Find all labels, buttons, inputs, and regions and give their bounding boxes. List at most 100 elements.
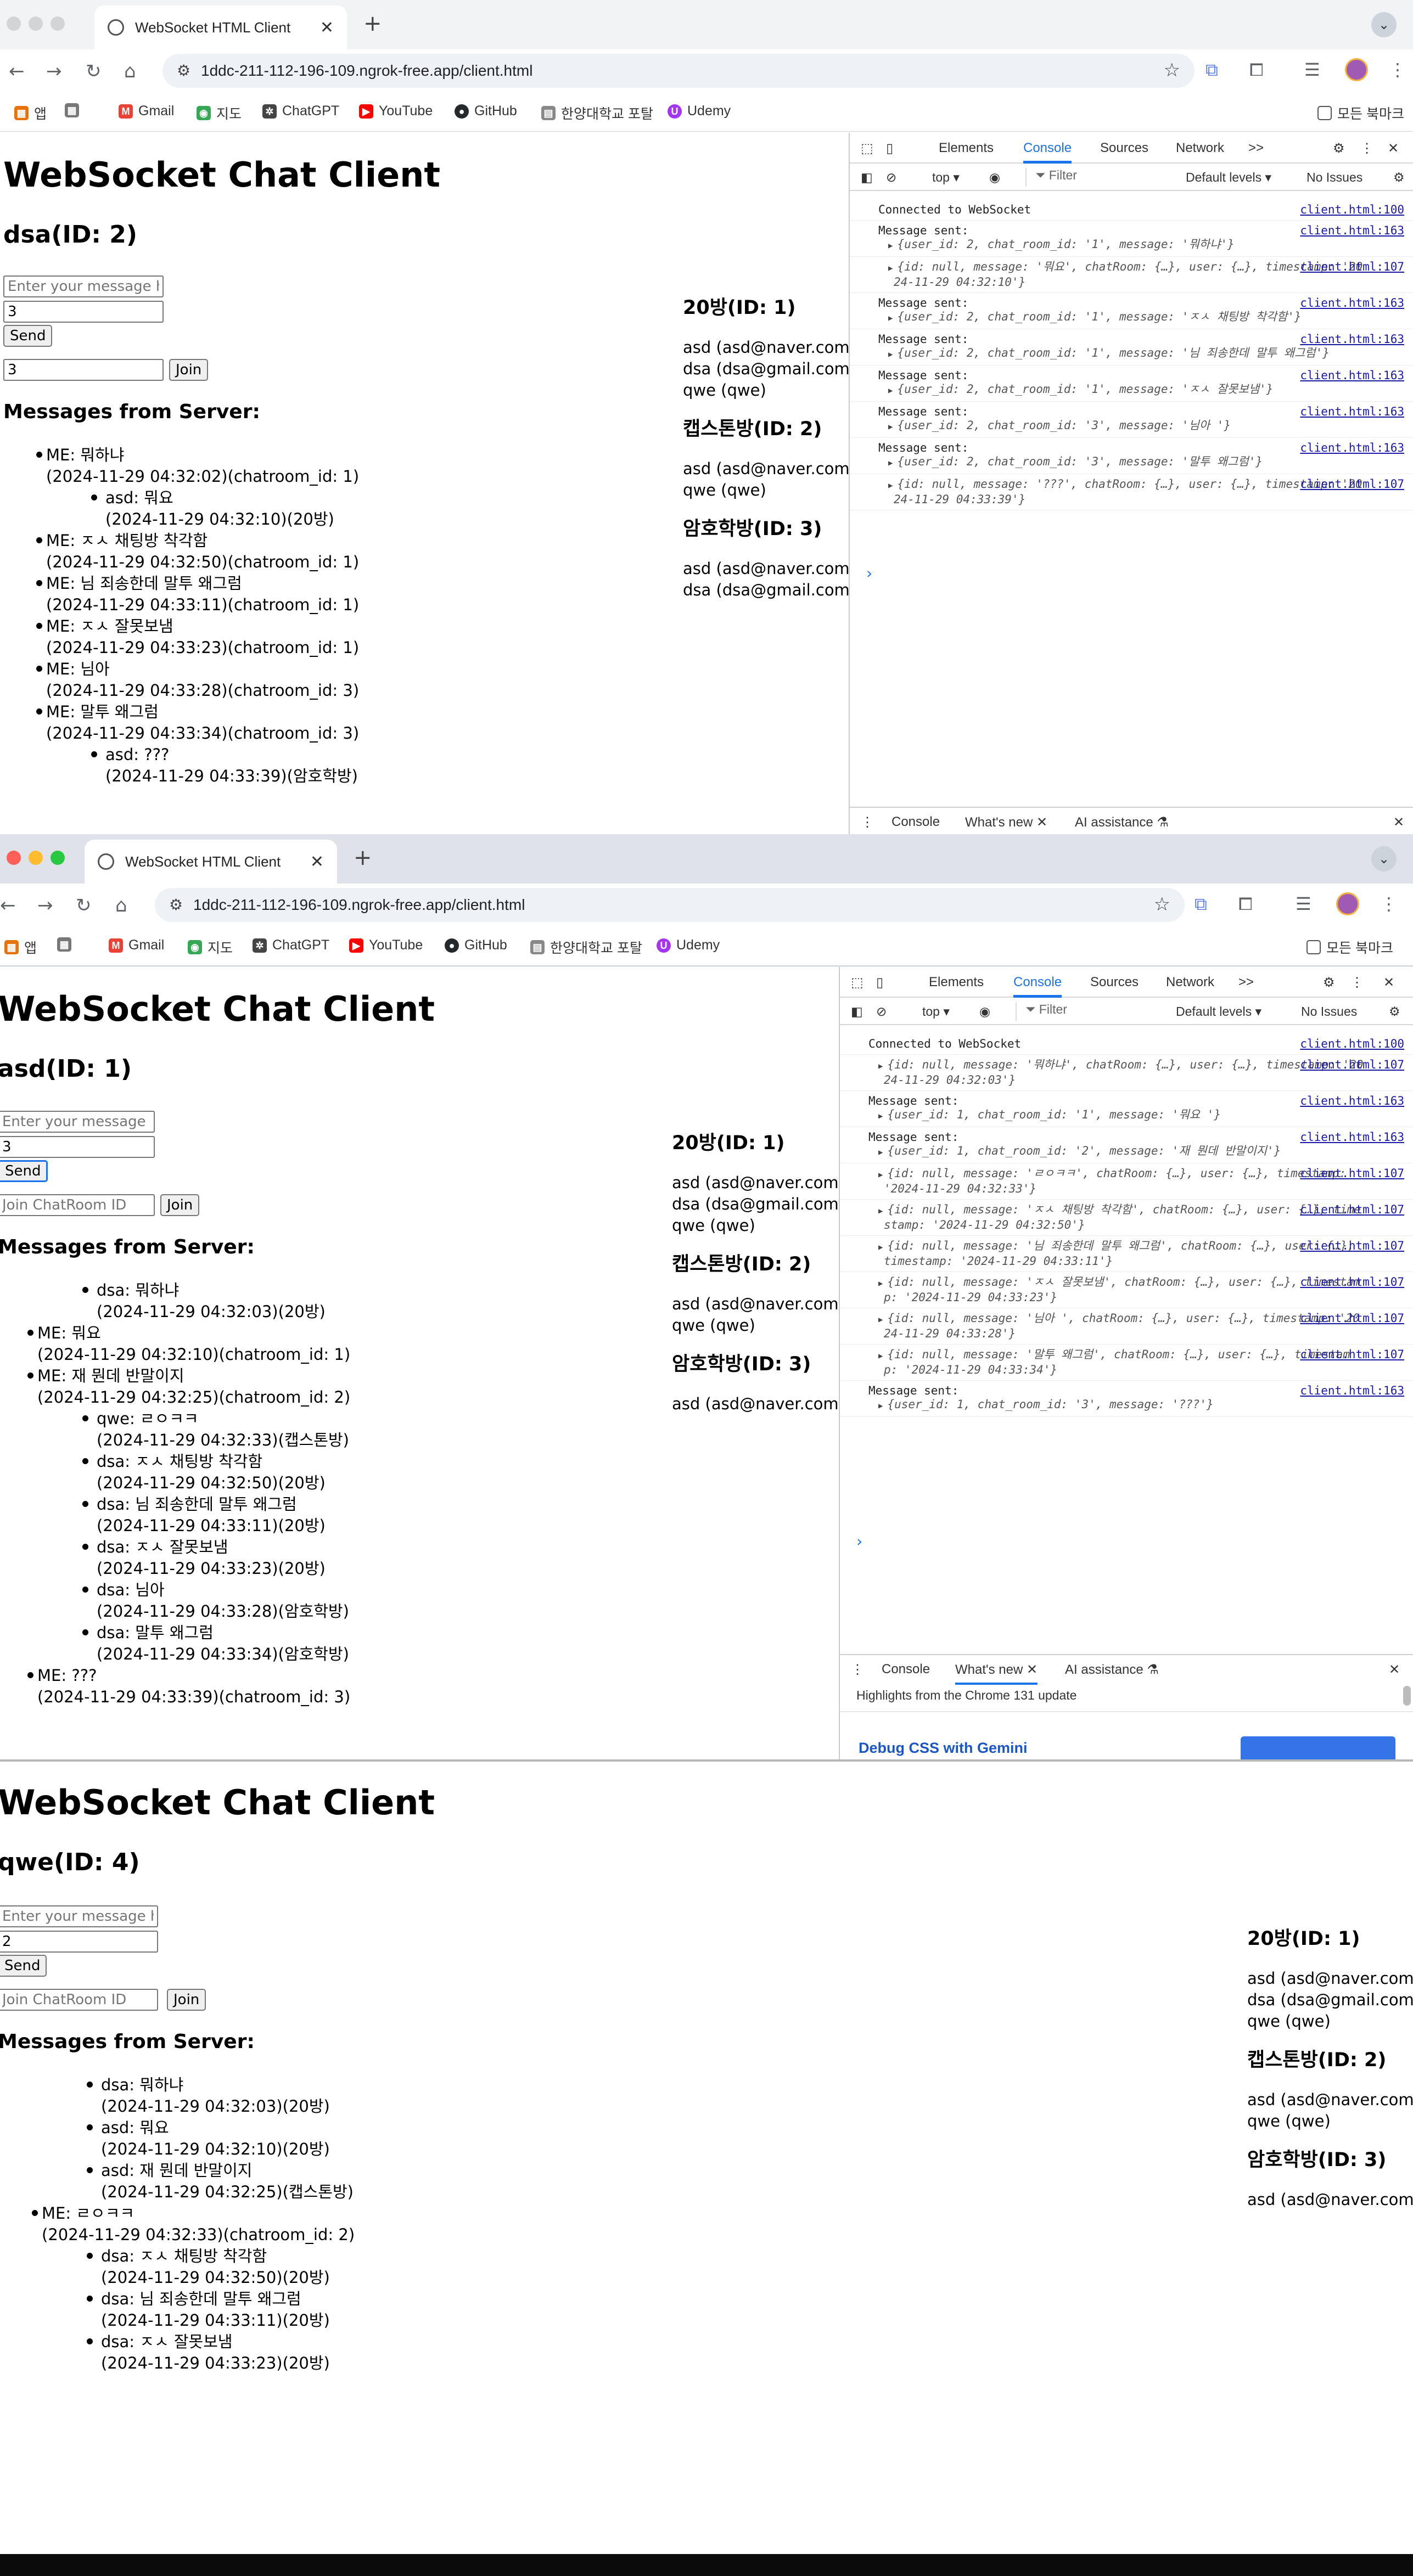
scrollbar[interactable] — [1403, 1686, 1411, 1706]
console-source-link[interactable]: client.html:107 — [1300, 1058, 1404, 1072]
close-window-button[interactable] — [7, 16, 21, 31]
minimize-window-button[interactable] — [29, 16, 43, 31]
console-source-link[interactable]: client.html:163 — [1300, 1130, 1404, 1144]
console-object[interactable]: {user_id: 1, chat_room_id: '3', message:… — [868, 1398, 1364, 1413]
console-object[interactable]: {user_id: 1, chat_room_id: '1', message:… — [868, 1108, 1364, 1123]
console-prompt-icon[interactable]: › — [856, 1532, 862, 1550]
console-object[interactable]: {id: null, message: '님 죄송한데 말투 왜그럼', cha… — [868, 1239, 1364, 1268]
clear-console-icon[interactable]: ⊘ — [876, 1004, 887, 1019]
device-toggle-icon[interactable]: ▯ — [886, 140, 893, 156]
close-tab-icon[interactable]: ✕ — [320, 18, 334, 37]
console-settings-icon[interactable]: ⚙ — [1389, 1004, 1400, 1019]
join-room-input[interactable] — [0, 1194, 155, 1216]
all-bookmarks[interactable]: 모든 북마크 — [1317, 103, 1404, 123]
drawer-menu-icon[interactable]: ⋮ — [861, 814, 874, 830]
console-object[interactable]: {id: null, message: 'ㅈㅅ 채팅방 착각함', chatRo… — [868, 1203, 1364, 1232]
devtools-menu-icon[interactable]: ⋮ — [1350, 975, 1364, 991]
reload-icon[interactable]: ↻ — [76, 895, 92, 916]
console-object[interactable]: {id: null, message: '???', chatRoom: {…}… — [878, 477, 1364, 507]
console-object[interactable]: {user_id: 2, chat_room_id: '3', message:… — [878, 455, 1364, 470]
room-id-input[interactable] — [0, 1136, 155, 1158]
drawer-tab-whats-new[interactable]: What's new ✕ — [965, 814, 1047, 834]
profile-avatar[interactable] — [1336, 892, 1359, 915]
tab-search-chevron-icon[interactable]: ⌄ — [1371, 12, 1397, 37]
reading-list-icon[interactable]: ☰ — [1296, 893, 1311, 914]
join-button[interactable]: Join — [160, 1194, 200, 1216]
tab-network[interactable]: Network — [1166, 975, 1214, 990]
new-tab-button[interactable]: + — [363, 11, 382, 36]
settings-gear-icon[interactable]: ⚙ — [1333, 140, 1345, 156]
whats-new-link[interactable]: Debug CSS with Gemini — [859, 1740, 1028, 1757]
log-levels-select[interactable]: Default levels ▾ — [1176, 1004, 1261, 1019]
close-tab-icon[interactable]: ✕ — [310, 852, 324, 871]
tab-elements[interactable]: Elements — [939, 140, 994, 156]
console-source-link[interactable]: client.html:107 — [1300, 1239, 1404, 1253]
bookmark-hanyang[interactable]: ▤ 한양대학교 포탈 — [541, 103, 653, 123]
console-source-link[interactable]: client.html:100 — [1300, 203, 1404, 217]
bookmark-github[interactable]: ● GitHub — [455, 103, 517, 119]
console-source-link[interactable]: client.html:107 — [1300, 1167, 1404, 1180]
console-source-link[interactable]: client.html:163 — [1300, 296, 1404, 310]
console-source-link[interactable]: client.html:163 — [1300, 405, 1404, 419]
back-arrow-icon[interactable]: ← — [9, 60, 25, 82]
site-info-icon[interactable]: ⚙ — [169, 896, 183, 914]
issues-count[interactable]: No Issues — [1307, 170, 1362, 185]
join-room-input[interactable] — [3, 359, 164, 381]
context-select[interactable]: top ▾ — [932, 170, 960, 185]
bookmark-gmail[interactable]: M Gmail — [109, 937, 164, 953]
bookmark-github[interactable]: ● GitHub — [445, 937, 507, 953]
room-id-input[interactable] — [3, 301, 164, 323]
console-object[interactable]: {user_id: 2, chat_room_id: '1', message:… — [878, 346, 1364, 362]
tab-search-chevron-icon[interactable]: ⌄ — [1371, 846, 1397, 871]
console-source-link[interactable]: client.html:107 — [1300, 1348, 1404, 1362]
browser-tab[interactable]: WebSocket HTML Client ✕ — [85, 840, 337, 884]
console-source-link[interactable]: client.html:107 — [1300, 260, 1404, 274]
console-prompt-icon[interactable]: › — [866, 564, 872, 582]
close-window-button[interactable] — [7, 851, 21, 865]
new-tab-button[interactable]: + — [354, 845, 372, 870]
devtools-close-icon[interactable]: ✕ — [1388, 140, 1399, 156]
forward-arrow-icon[interactable]: → — [46, 60, 62, 82]
bookmark-udemy[interactable]: U Udemy — [668, 103, 731, 119]
console-source-link[interactable]: client.html:163 — [1300, 224, 1404, 238]
message-input[interactable] — [3, 275, 164, 297]
join-button[interactable]: Join — [169, 359, 209, 381]
reading-list-icon[interactable]: ☰ — [1304, 59, 1320, 80]
console-source-link[interactable]: client.html:107 — [1300, 1312, 1404, 1325]
tab-sources[interactable]: Sources — [1090, 975, 1139, 990]
bookmark-maps[interactable]: ◉ 지도 — [197, 103, 242, 123]
sidebar-toggle-icon[interactable]: ◧ — [851, 1004, 863, 1019]
translate-icon[interactable]: ⧉ — [1205, 59, 1218, 81]
console-object[interactable]: {id: null, message: 'ㅈㅅ 잘못보냄', chatRoom:… — [868, 1275, 1364, 1304]
address-bar[interactable]: ⚙ 1ddc-211-112-196-109.ngrok-free.app/cl… — [155, 888, 1185, 922]
sidebar-toggle-icon[interactable]: ◧ — [861, 170, 873, 185]
bookmark-youtube[interactable]: ▶ YouTube — [359, 103, 433, 119]
extensions-icon[interactable]: ⧠ — [1238, 893, 1253, 915]
inspect-icon[interactable]: ⬚ — [861, 140, 873, 156]
console-object[interactable]: {user_id: 1, chat_room_id: '2', message:… — [868, 1144, 1364, 1160]
send-button[interactable]: Send — [3, 325, 53, 347]
clear-console-icon[interactable]: ⊘ — [886, 170, 896, 185]
devtools-close-icon[interactable]: ✕ — [1383, 975, 1394, 991]
console-object[interactable]: {id: null, message: '님아 ', chatRoom: {…}… — [868, 1312, 1364, 1341]
extensions-icon[interactable]: ⧠ — [1249, 59, 1264, 81]
console-object[interactable]: {id: null, message: 'ㄹㅇㅋㅋ', chatRoom: {…… — [868, 1167, 1364, 1196]
tab-console[interactable]: Console — [1013, 975, 1062, 998]
drawer-tab-ai-assistance[interactable]: AI assistance ⚗ — [1075, 814, 1169, 830]
bookmark-udemy[interactable]: U Udemy — [657, 937, 720, 953]
drawer-tab-console[interactable]: Console — [891, 814, 940, 830]
zoom-window-button[interactable] — [51, 16, 65, 31]
console-source-link[interactable]: client.html:107 — [1300, 1275, 1404, 1289]
forward-arrow-icon[interactable]: → — [37, 895, 53, 916]
bookmark-star-icon[interactable]: ☆ — [1154, 893, 1170, 915]
console-settings-icon[interactable]: ⚙ — [1393, 170, 1405, 185]
tab-network[interactable]: Network — [1176, 140, 1224, 156]
minimize-window-button[interactable] — [29, 851, 43, 865]
inspect-icon[interactable]: ⬚ — [851, 975, 864, 991]
bookmark-apps[interactable]: ▦ 앱 — [4, 937, 37, 957]
join-button[interactable]: Join — [167, 1989, 206, 2011]
drawer-close-icon[interactable]: ✕ — [1389, 1662, 1400, 1678]
room-id-input[interactable] — [0, 1931, 158, 1953]
issues-count[interactable]: No Issues — [1301, 1004, 1357, 1019]
bookmark-chatgpt[interactable]: ✲ ChatGPT — [253, 937, 329, 953]
